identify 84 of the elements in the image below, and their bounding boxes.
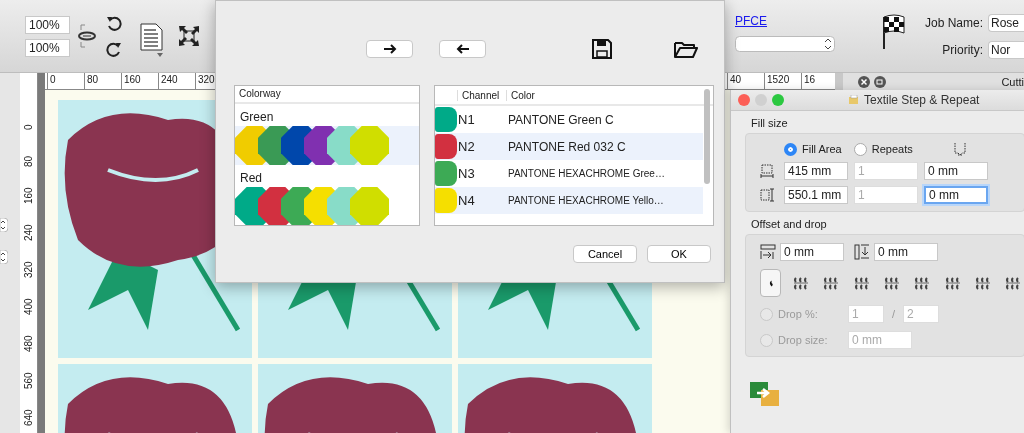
right-arrow-icon [382, 44, 397, 54]
ruler-label: 80 [84, 73, 121, 89]
restore-icon[interactable] [874, 75, 886, 88]
priority-dropdown[interactable]: Nor [988, 40, 1024, 59]
colorway-name[interactable]: Red [235, 165, 419, 187]
priority-label: Priority: [941, 42, 984, 57]
dropdown-field[interactable] [735, 36, 835, 52]
ruler-label: 1520 [764, 73, 801, 89]
job-name-field[interactable]: Rose [988, 13, 1024, 32]
repeat-pattern-icon [974, 275, 991, 291]
zoom-field[interactable]: 100% [25, 15, 70, 34]
job-name-label: Job Name: [925, 15, 984, 30]
repeat-pattern-icon [853, 275, 870, 291]
stepper-icon[interactable] [0, 250, 8, 264]
right-arrow-button[interactable] [366, 40, 413, 58]
scrollbar-thumb[interactable] [704, 89, 710, 184]
size-field[interactable]: 415 mm [784, 162, 848, 180]
repeat-pattern-icon [914, 275, 931, 291]
size-field[interactable]: 550.1 mm [784, 186, 848, 204]
gap-field[interactable]: 0 mm [924, 162, 988, 180]
separator-label: / [892, 308, 896, 320]
ruler-label: 160 [121, 73, 158, 89]
ruler-label: 240 [158, 73, 195, 89]
link[interactable]: PFCE [735, 14, 835, 28]
repeat-pattern-icon [793, 275, 809, 291]
table-cell-text: N3 [457, 166, 476, 181]
zoom-field[interactable]: 100% [25, 38, 70, 57]
left-arrow-button[interactable] [439, 40, 486, 58]
window-icon [849, 95, 859, 105]
offset-field[interactable]: 0 mm [874, 243, 938, 261]
ruler-label: 640 [22, 408, 35, 426]
gap-icon [952, 142, 967, 156]
save-icon[interactable] [592, 39, 612, 59]
ok-button[interactable]: OK [647, 245, 711, 263]
single-motif-icon [767, 279, 774, 287]
table-cell: PANTONE Red 032 C [508, 139, 626, 154]
folder-icon[interactable] [674, 40, 698, 58]
column-header: Color [506, 89, 535, 101]
vertical-offset-icon [854, 244, 870, 260]
table-cell-text: N1 [457, 112, 476, 127]
stepper-icon[interactable] [0, 218, 8, 232]
checkered-flag-icon[interactable] [881, 13, 905, 49]
ruler-label: 480 [22, 334, 35, 352]
apply-pattern-icon[interactable] [749, 381, 781, 407]
repeat-pattern-icon [944, 275, 961, 291]
ruler-label: 160 [22, 186, 35, 204]
rotate-left-icon[interactable] [106, 15, 122, 31]
ruler-label: 320 [22, 260, 35, 278]
repeat-pattern-icon [1005, 275, 1022, 291]
section-title: Fill size [750, 116, 789, 131]
table-cell: PANTONE HEXACHROME Yello… [508, 195, 664, 206]
chain-link-icon[interactable] [78, 23, 96, 49]
document-step-icon[interactable] [138, 22, 166, 58]
close-icon[interactable] [858, 75, 870, 88]
table-cell-text: N2 [457, 139, 476, 154]
rotate-right-icon[interactable] [106, 41, 122, 57]
table-cell-text: N4 [457, 193, 476, 208]
column-header: Channel [457, 89, 506, 101]
radio-option[interactable]: Repeats [853, 142, 913, 156]
section-title: Offset and drop [750, 217, 828, 232]
column-header: Colorway [235, 86, 419, 104]
colorway-name[interactable]: Green [235, 104, 419, 126]
width-icon [760, 164, 774, 178]
height-icon [760, 188, 774, 202]
offset-field[interactable]: 0 mm [780, 243, 844, 261]
horizontal-offset-icon [760, 244, 776, 260]
panel-title: Cutti [1001, 75, 1024, 88]
radio-option[interactable]: Fill Area [784, 142, 842, 156]
ruler-label: 240 [22, 223, 35, 241]
repeat-pattern-icon [823, 275, 840, 291]
fullscreen-icon[interactable] [178, 25, 200, 47]
ruler-label: 0 [47, 73, 84, 89]
left-arrow-icon [455, 44, 470, 54]
table-cell: PANTONE HEXACHROME Gree… [508, 168, 665, 179]
table-cell: PANTONE Green C [508, 112, 614, 127]
ruler-label: 560 [22, 371, 35, 389]
ruler-label: 0 [22, 123, 35, 130]
repeat-pattern-icon [883, 275, 900, 291]
cancel-button[interactable]: Cancel [573, 245, 637, 263]
ruler-label: 40 [727, 73, 764, 89]
window-title: Textile Step & Repeat [864, 93, 980, 107]
ruler-label: 80 [22, 154, 35, 167]
gap-field[interactable]: 0 mm [924, 186, 988, 204]
ruler-label: 400 [22, 297, 35, 315]
